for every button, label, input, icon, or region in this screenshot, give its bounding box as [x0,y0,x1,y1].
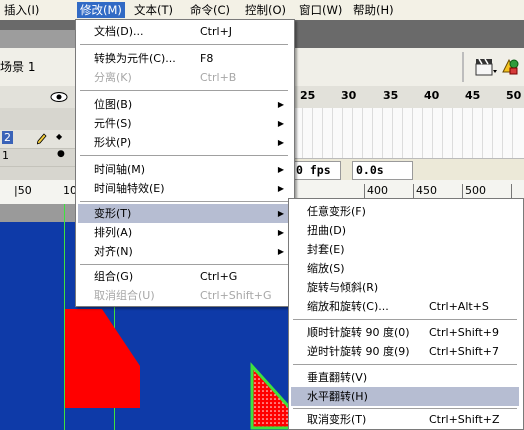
ruler-number: 450 [416,184,437,197]
frame-number: 40 [424,89,440,102]
menu-item-distort[interactable]: 扭曲(D) [291,221,519,240]
menu-item-free-transform[interactable]: 任意变形(F) [291,202,519,221]
ruler-number: 400 [367,184,388,197]
layer-name: 2 [2,131,13,144]
edit-symbols-icon[interactable] [474,56,498,78]
frame-number: 45 [465,89,481,102]
scene-label: 场景 1 [0,60,36,74]
frame-number: 30 [341,89,357,102]
eye-icon[interactable] [50,91,68,103]
menu-item-timeline[interactable]: 时间轴(M) ▶ [78,160,290,179]
menu-item-shape[interactable]: 形状(P) ▶ [78,133,290,152]
document-tab[interactable] [0,30,80,48]
menu-item-timeline-effects[interactable]: 时间轴特效(E) ▶ [78,179,290,198]
menu-item-break-apart[interactable]: 分离(K) Ctrl+B [78,68,290,87]
menu-item-scale[interactable]: 缩放(S) [291,259,519,278]
layer-name: 1 [2,149,9,162]
layer-list: 2 ◆ 1 ● [0,108,77,180]
menu-text[interactable]: 文本(T) [131,2,176,18]
frame-number: 35 [383,89,399,102]
menu-item-scale-and-rotate[interactable]: 缩放和旋转(C)... Ctrl+Alt+S [291,297,519,316]
menu-item-flip-vertical[interactable]: 垂直翻转(V) [291,368,519,387]
visibility-dot[interactable]: ● [57,149,65,159]
menu-item-rotate-skew[interactable]: 旋转与倾斜(R) [291,278,519,297]
submenu-arrow-icon: ▶ [277,228,284,237]
timeline-status-bar: 0 fps 0.0s [292,158,524,181]
menu-item-transform[interactable]: 变形(T) ▶ [78,204,290,223]
frame-number: 50 [506,89,522,102]
menu-item-symbol[interactable]: 元件(S) ▶ [78,114,290,133]
menu-control[interactable]: 控制(O) [242,2,289,18]
submenu-arrow-icon: ▶ [277,184,284,193]
elapsed-time-display: 0.0s [352,161,413,180]
menu-item-convert-to-symbol[interactable]: 转换为元件(C)... F8 [78,49,290,68]
red-shape[interactable] [62,306,142,410]
transform-submenu: 任意变形(F) 扭曲(D) 封套(E) 缩放(S) 旋转与倾斜(R) 缩放和旋转… [288,198,524,430]
menu-window[interactable]: 窗口(W) [296,2,345,18]
ruler-number: 500 [465,184,486,197]
menu-insert[interactable]: 插入(I) [1,2,42,18]
toolbar-divider [462,52,464,82]
submenu-arrow-icon: ▶ [277,165,284,174]
pencil-icon [37,133,47,145]
menu-help[interactable]: 帮助(H) [350,2,397,18]
menu-bar: 插入(I) 修改(M) 文本(T) 命令(C) 控制(O) 窗口(W) 帮助(H… [0,0,524,21]
menu-item-bitmap[interactable]: 位图(B) ▶ [78,95,290,114]
layer-row[interactable]: 1 ● [0,148,76,167]
menu-item-align[interactable]: 对齐(N) ▶ [78,242,290,261]
frame-rate-display: 0 fps [292,161,341,180]
modify-menu: 文档(D)... Ctrl+J 转换为元件(C)... F8 分离(K) Ctrl+B… [75,19,295,307]
ruler-number: |50 [14,184,32,197]
submenu-arrow-icon: ▶ [277,247,284,256]
visibility-dot[interactable]: ◆ [56,132,62,141]
menu-item-envelope[interactable]: 封套(E) [291,240,519,259]
menu-item-ungroup[interactable]: 取消组合(U) Ctrl+Shift+G [78,286,290,305]
menu-item-group[interactable]: 组合(G) Ctrl+G [78,267,290,286]
menu-item-document[interactable]: 文档(D)... Ctrl+J [78,22,290,41]
layer-row[interactable]: 2 ◆ [0,130,76,149]
menu-item-rotate-90-ccw[interactable]: 逆时针旋转 90 度(9) Ctrl+Shift+7 [291,342,519,361]
frame-number: 25 [300,89,316,102]
menu-item-arrange[interactable]: 排列(A) ▶ [78,223,290,242]
submenu-arrow-icon: ▶ [277,119,284,128]
menu-item-rotate-90-cw[interactable]: 顺时针旋转 90 度(0) Ctrl+Shift+9 [291,323,519,342]
submenu-arrow-icon: ▶ [277,100,284,109]
submenu-arrow-icon: ▶ [277,209,284,218]
menu-commands[interactable]: 命令(C) [187,2,233,18]
submenu-arrow-icon: ▶ [277,138,284,147]
menu-item-remove-transform[interactable]: 取消变形(T) Ctrl+Shift+Z [291,410,519,429]
edit-scene-icon[interactable] [500,54,524,78]
menu-item-flip-horizontal[interactable]: 水平翻转(H) [291,387,519,406]
menu-modify[interactable]: 修改(M) [77,2,125,18]
